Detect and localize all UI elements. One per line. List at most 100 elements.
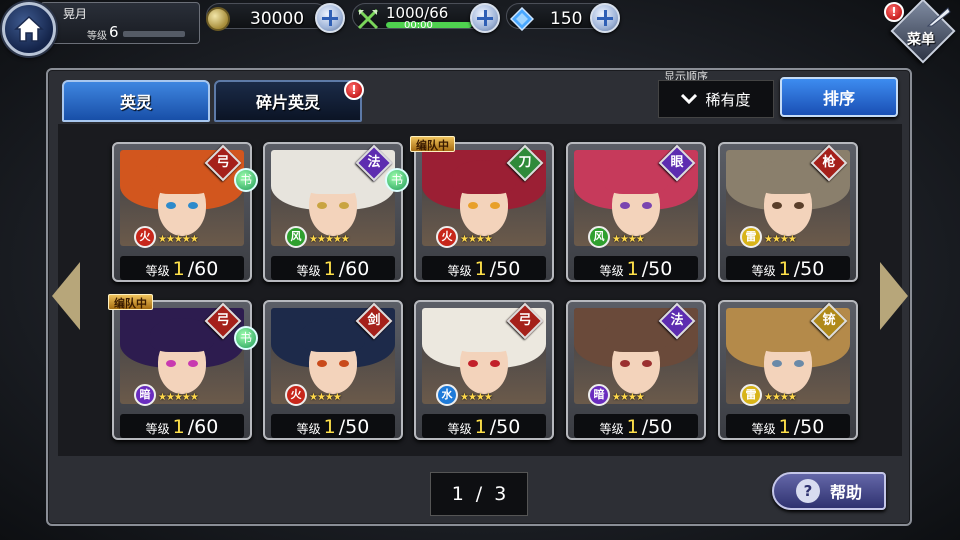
hero-level-plate: 等级 1/50: [726, 256, 850, 280]
hero-level-max: /50: [489, 416, 521, 438]
sort-order-select[interactable]: 稀有度: [658, 80, 774, 118]
exp-bar: [123, 31, 185, 37]
hero-card[interactable]: 法书风 ★★★★★ 等级 1/60: [263, 142, 409, 282]
hero-level-label: 等级: [296, 422, 321, 436]
rarity-stars: ★★★★★: [158, 392, 199, 403]
help-label: 帮助: [829, 483, 862, 502]
rarity-stars: ★★★★: [612, 392, 645, 403]
hero-level-plate: 等级 1/50: [271, 414, 395, 438]
hero-level-label: 等级: [296, 264, 321, 278]
book-icon: 书: [234, 168, 258, 192]
add-stamina-button[interactable]: [470, 3, 500, 33]
crossed-swords-icon: [357, 8, 379, 30]
home-icon: [14, 15, 44, 42]
next-page-arrow[interactable]: [880, 262, 908, 330]
menu-label: 菜单: [907, 32, 935, 48]
top-bar: 晃月 等级 6 30000 1000/66 00:00 150 菜单 !: [0, 0, 960, 64]
hero-level-label: 等级: [599, 264, 624, 278]
dark-element-icon: 暗: [588, 384, 610, 406]
hero-card[interactable]: 弓书火 ★★★★★ 等级 1/60: [112, 142, 258, 282]
class-glyph: 剑: [367, 313, 381, 328]
gem-icon: [510, 7, 534, 31]
hero-level-plate: 等级 1/50: [422, 256, 546, 280]
hero-level-max: /50: [641, 416, 673, 438]
hero-level-current: 1: [474, 258, 487, 280]
add-gem-button[interactable]: [590, 3, 620, 33]
in-party-tag: 编队中: [410, 136, 455, 152]
hero-level-current: 1: [172, 258, 185, 280]
tab-hero-shards[interactable]: 碎片英灵: [214, 80, 362, 122]
hero-level-label: 等级: [145, 264, 170, 278]
hero-card[interactable]: 枪雷 ★★★★ 等级 1/50: [718, 142, 858, 282]
book-icon: 书: [234, 326, 258, 350]
wind-element-icon: 风: [588, 226, 610, 248]
hero-level-current: 1: [323, 416, 336, 438]
hero-level-label: 等级: [751, 422, 776, 436]
hero-level-current: 1: [323, 258, 336, 280]
hero-level-max: /50: [641, 258, 673, 280]
hero-card[interactable]: 弓水 ★★★★ 等级 1/50: [414, 300, 554, 440]
add-coin-button[interactable]: [315, 3, 345, 33]
page-indicator: 1 / 3: [430, 472, 528, 516]
hero-level-max: /50: [489, 258, 521, 280]
page-total: 3: [494, 483, 507, 505]
hero-level-label: 等级: [599, 422, 624, 436]
home-button[interactable]: [2, 2, 56, 56]
water-element-icon: 水: [436, 384, 458, 406]
hero-level-max: /60: [338, 258, 370, 280]
hero-level-current: 1: [626, 416, 639, 438]
hero-level-plate: 等级 1/50: [574, 256, 698, 280]
sort-selected-value: 稀有度: [705, 90, 751, 109]
hero-level-label: 等级: [447, 264, 472, 278]
class-glyph: 法: [670, 313, 684, 328]
hero-card[interactable]: 剑火 ★★★★ 等级 1/50: [263, 300, 403, 440]
class-glyph: 刀: [518, 155, 532, 170]
hero-level-max: /50: [793, 258, 825, 280]
hero-level-max: /50: [338, 416, 370, 438]
coin-icon: [206, 7, 230, 31]
class-glyph: 枪: [822, 155, 836, 170]
wind-element-icon: 风: [285, 226, 307, 248]
book-icon: 书: [385, 168, 409, 192]
quill-icon: [926, 7, 951, 27]
player-level-label: 等级: [87, 31, 107, 42]
rarity-stars: ★★★★: [764, 392, 797, 403]
hero-level-current: 1: [778, 258, 791, 280]
hero-card[interactable]: 弓书暗 ★★★★★ 等级 1/60: [112, 300, 258, 440]
hero-level-label: 等级: [751, 264, 776, 278]
hero-level-max: /60: [187, 416, 219, 438]
class-glyph: 弓: [216, 313, 230, 328]
fire-element-icon: 火: [134, 226, 156, 248]
class-glyph: 眼: [670, 155, 684, 170]
hero-level-plate: 等级 1/50: [574, 414, 698, 438]
dark-element-icon: 暗: [134, 384, 156, 406]
hero-level-max: /50: [793, 416, 825, 438]
hero-card[interactable]: 铳雷 ★★★★ 等级 1/50: [718, 300, 858, 440]
help-button[interactable]: ? 帮助: [772, 472, 886, 510]
menu-alert-badge: !: [884, 2, 904, 22]
hero-level-current: 1: [626, 258, 639, 280]
hero-level-plate: 等级 1/60: [120, 256, 244, 280]
hero-card[interactable]: 法暗 ★★★★ 等级 1/50: [566, 300, 706, 440]
coin-value: 30000: [250, 9, 305, 29]
class-glyph: 弓: [216, 155, 230, 170]
player-level-value: 6: [109, 23, 119, 41]
class-glyph: 法: [367, 155, 381, 170]
fire-element-icon: 火: [285, 384, 307, 406]
hero-level-max: /60: [187, 258, 219, 280]
rarity-stars: ★★★★★: [309, 234, 350, 245]
rarity-stars: ★★★★★: [158, 234, 199, 245]
hero-level-plate: 等级 1/50: [726, 414, 850, 438]
hero-level-label: 等级: [145, 422, 170, 436]
fire-element-icon: 火: [436, 226, 458, 248]
prev-page-arrow[interactable]: [52, 262, 80, 330]
in-party-tag: 编队中: [108, 294, 153, 310]
class-glyph: 弓: [518, 313, 532, 328]
help-icon: ?: [795, 479, 820, 503]
tab-heroes[interactable]: 英灵: [62, 80, 210, 122]
sort-button[interactable]: 排序: [780, 77, 898, 117]
page-current: 1: [451, 483, 464, 505]
hero-card[interactable]: 眼风 ★★★★ 等级 1/50: [566, 142, 706, 282]
hero-level-current: 1: [778, 416, 791, 438]
hero-card[interactable]: 刀火 ★★★★ 等级 1/50: [414, 142, 554, 282]
